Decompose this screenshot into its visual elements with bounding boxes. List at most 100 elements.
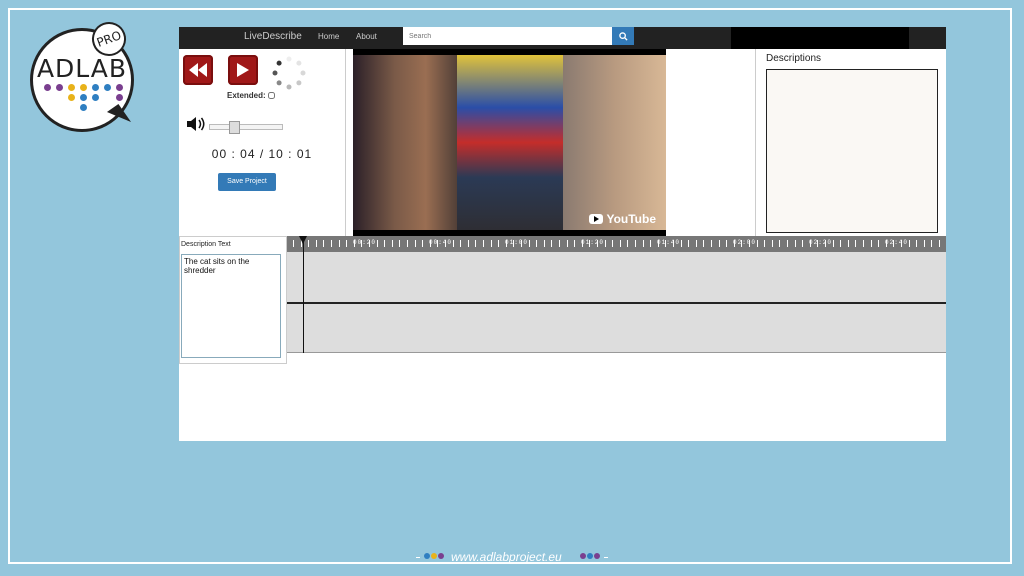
nav-about-link[interactable]: About [356, 32, 377, 41]
timeline-tick [581, 240, 583, 247]
footer-url[interactable]: www.adlabproject.eu [451, 550, 562, 564]
timeline-tick [536, 240, 538, 247]
nav-black-area [731, 27, 909, 49]
timeline-tick [604, 240, 606, 247]
extended-option: Extended: [227, 91, 275, 100]
nav-home-link[interactable]: Home [318, 32, 339, 41]
timeline-tick [718, 240, 720, 247]
volume-slider-thumb[interactable] [228, 121, 240, 134]
youtube-text: YouTube [606, 212, 656, 226]
timeline-tick [749, 240, 750, 247]
brand-link[interactable]: LiveDescribe [244, 31, 302, 42]
timeline-tick [597, 240, 598, 247]
timeline-tick [346, 240, 348, 247]
timeline-tick [680, 240, 682, 247]
timeline-track-video[interactable] [287, 252, 946, 304]
descriptions-list[interactable] [766, 69, 938, 233]
loading-spinner-icon [272, 56, 306, 90]
timeline-tick [513, 240, 515, 247]
timeline-tick [566, 240, 568, 247]
timeline-tick [467, 240, 469, 247]
timeline-ruler[interactable]: 00:20 00:40 01:00 01:20 01:40 02:00 02:2… [287, 236, 946, 252]
timeline-tick [331, 240, 332, 247]
timeline-tick [832, 240, 834, 247]
timeline-tick [414, 240, 416, 247]
timeline-tick [931, 240, 933, 247]
timeline-tick [893, 240, 895, 247]
timeline-tick [627, 240, 629, 247]
timeline-tick [635, 240, 636, 247]
timeline-tick [787, 240, 788, 247]
play-button[interactable] [228, 55, 258, 85]
timeline-tick [543, 240, 545, 247]
timeline-tick [695, 240, 697, 247]
extended-checkbox[interactable] [267, 92, 275, 100]
timeline-tick [642, 240, 644, 247]
video-player[interactable]: YouTube [353, 49, 666, 236]
footer-line-right [604, 557, 608, 558]
description-text-input[interactable]: The cat sits on the shredder [181, 254, 281, 358]
timeline-tick [665, 240, 667, 247]
logo-text: ADLAB [36, 54, 128, 83]
timeline-track-descriptions[interactable] [287, 304, 946, 353]
timeline-tick [384, 240, 386, 247]
timeline-tick [437, 240, 439, 247]
timeline-label: 00:20 [353, 239, 377, 246]
search-input[interactable] [403, 27, 613, 45]
timeline-tick [483, 240, 484, 247]
volume-slider[interactable] [209, 121, 283, 134]
timeline-tick [688, 240, 690, 247]
timeline-label: 00:40 [429, 239, 453, 246]
volume-icon[interactable] [187, 117, 207, 131]
timeline-tick [847, 240, 849, 247]
playhead[interactable] [303, 236, 304, 353]
timeline-tick [452, 240, 454, 247]
timeline-tick [703, 240, 705, 247]
timeline-tick [521, 240, 522, 247]
timeline[interactable]: 00:20 00:40 01:00 01:20 01:40 02:00 02:2… [287, 236, 946, 353]
timeline-tick [475, 240, 477, 247]
slide-footer: www.adlabproject.eu [0, 549, 1024, 565]
timeline-tick [794, 240, 796, 247]
video-blur-left [353, 55, 457, 230]
search-icon [618, 31, 628, 41]
timeline-label: 02:40 [885, 239, 909, 246]
footer-line-left [416, 557, 420, 558]
timeline-tick [711, 240, 712, 247]
timeline-tick [809, 240, 811, 247]
timeline-tick [308, 240, 310, 247]
timeline-tick [923, 240, 925, 247]
timeline-tick [589, 240, 591, 247]
timeline-tick [315, 240, 317, 247]
rewind-icon [189, 63, 207, 77]
timeline-tick [817, 240, 819, 247]
timeline-tick [505, 240, 507, 247]
timeline-tick [870, 240, 872, 247]
timeline-tick [490, 240, 492, 247]
description-text-panel: Description Text The cat sits on the shr… [179, 236, 287, 364]
timeline-label: 02:20 [809, 239, 833, 246]
timeline-tick [741, 240, 743, 247]
timeline-label: 02:00 [733, 239, 757, 246]
video-frame: YouTube [353, 55, 666, 230]
timeline-tick [756, 240, 758, 247]
play-icon [237, 63, 249, 77]
video-center-image [457, 55, 563, 230]
footer-dot [431, 553, 437, 559]
timeline-tick [840, 240, 842, 247]
timeline-tick [878, 240, 880, 247]
player-controls: Extended: 00 : 04 / 10 : 01 Save Project [179, 49, 346, 236]
youtube-play-icon [589, 214, 604, 224]
save-project-button[interactable]: Save Project [218, 173, 276, 191]
footer-dot [580, 553, 586, 559]
adlab-logo: ADLAB PRO [30, 17, 140, 134]
timeline-label: 01:20 [581, 239, 605, 246]
timeline-tick [369, 240, 370, 247]
timeline-tick [323, 240, 325, 247]
timeline-tick [657, 240, 659, 247]
timeline-tick [901, 240, 902, 247]
rewind-button[interactable] [183, 55, 213, 85]
timeline-tick [939, 240, 940, 247]
search-button[interactable] [612, 27, 634, 45]
footer-dot [594, 553, 600, 559]
